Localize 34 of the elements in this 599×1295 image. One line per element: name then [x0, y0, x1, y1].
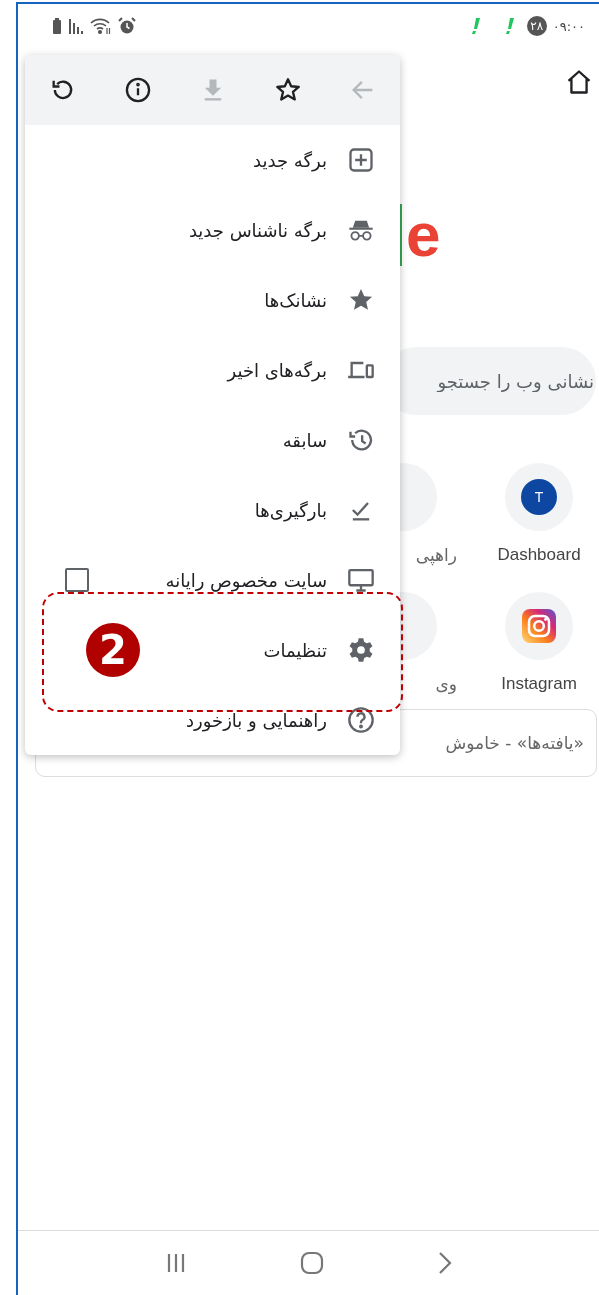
shortcut-label[interactable]: راهپی	[415, 545, 457, 566]
new-tab-icon	[347, 146, 375, 174]
checkbox[interactable]	[65, 568, 89, 592]
alarm-icon	[118, 17, 136, 35]
info-icon	[123, 76, 152, 104]
shortcut-label[interactable]: Instagram	[501, 674, 577, 694]
logo-letter: e	[406, 204, 441, 266]
menu-item[interactable]: نشانک‌ها	[25, 265, 400, 335]
letter-avatar: T	[521, 479, 557, 515]
menu-item[interactable]: برگه جدید	[25, 125, 400, 195]
clock: ۰۹:۰۰	[552, 18, 585, 34]
home-button-icon[interactable]	[300, 1251, 325, 1275]
menu-item[interactable]: بارگیری‌ها	[25, 475, 400, 545]
shortcut-label[interactable]: Dashboard	[497, 545, 581, 565]
back-icon[interactable]	[438, 1251, 453, 1275]
history-icon	[347, 426, 375, 454]
battery-icon	[52, 18, 62, 34]
camera-app-icon	[522, 609, 556, 643]
menu-item[interactable]: سایت مخصوص رایانه	[25, 545, 400, 615]
card-text: «یافته‌ها» - خاموش	[445, 733, 584, 753]
settings-icon	[347, 636, 375, 664]
exclamation-icon	[470, 17, 481, 35]
shortcut-tile[interactable]: T	[505, 463, 573, 531]
exclamation-icon	[504, 17, 515, 35]
star-icon	[273, 76, 302, 104]
wifi-icon	[90, 17, 112, 35]
shortcut-label[interactable]: وی	[435, 674, 457, 695]
home-icon[interactable]	[565, 68, 593, 96]
help-icon	[347, 706, 375, 734]
signal-icon	[68, 18, 84, 34]
menu-item[interactable]: راهنمایی و بازخورد	[25, 685, 400, 755]
notification-badge: ۲۸	[526, 16, 547, 36]
desktop-icon	[347, 566, 375, 594]
menu-item[interactable]: برگه ناشناس جدید	[25, 195, 400, 265]
